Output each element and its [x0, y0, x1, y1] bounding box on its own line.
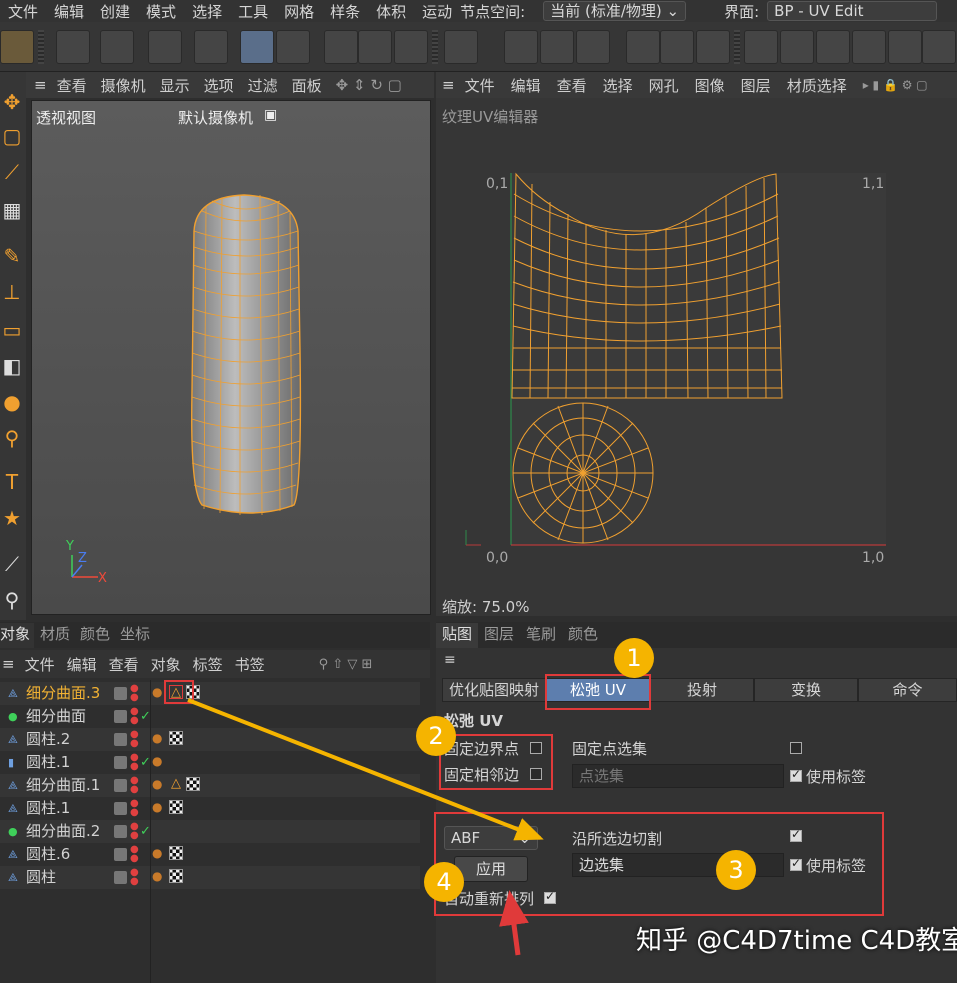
step-badge-4: 4	[424, 862, 464, 902]
step-badge-3: 3	[716, 850, 756, 890]
step-badge-1: 1	[614, 638, 654, 678]
annotation-arrows	[187, 698, 544, 956]
watermark: 知乎 @C4D7time C4D教室	[636, 926, 957, 956]
step-badge-2: 2	[416, 716, 456, 756]
